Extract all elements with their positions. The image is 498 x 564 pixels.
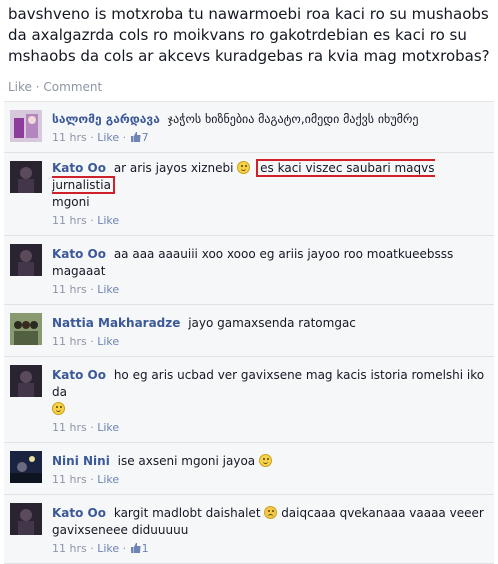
comment-time[interactable]: 11 hrs bbox=[52, 214, 87, 227]
like-link[interactable]: Like bbox=[97, 473, 119, 486]
comment-author[interactable]: Kato Oo bbox=[52, 368, 106, 382]
thumbs-up-icon bbox=[130, 543, 141, 553]
comment-author[interactable]: Nini Nini bbox=[52, 454, 110, 468]
comment-meta: 11 hrs · Like bbox=[52, 214, 120, 227]
comment-text: jayo gamaxsenda ratomgac bbox=[188, 316, 356, 330]
comment: სალომე გარდავა ჯაჭოს ხიზნებია მაგატო,იმე… bbox=[4, 102, 494, 153]
like-link[interactable]: Like bbox=[97, 335, 119, 348]
worried-emoji-icon bbox=[264, 506, 278, 519]
avatar[interactable] bbox=[10, 365, 42, 397]
comment-author[interactable]: Nattia Makharadze bbox=[52, 316, 180, 330]
comment-body: Nattia Makharadze jayo gamaxsenda ratomg… bbox=[52, 315, 486, 332]
comment-text: ar aris jayos xiznebi bbox=[113, 161, 234, 175]
comment: Nattia Makharadze jayo gamaxsenda ratomg… bbox=[4, 305, 494, 357]
comment-body: Kato Oo ar aris jayos xiznebi es kaci vi… bbox=[52, 159, 486, 211]
thumbs-up-icon bbox=[130, 132, 141, 142]
comment-meta: 11 hrs · Like · 7 bbox=[52, 131, 149, 144]
comment-author[interactable]: Kato Oo bbox=[52, 161, 106, 175]
avatar[interactable] bbox=[10, 110, 42, 142]
comment-text-cont: gavixseneee diduuuuu bbox=[52, 523, 189, 537]
comment-author[interactable]: სალომე გარდავა bbox=[52, 112, 160, 126]
like-link[interactable]: Like bbox=[97, 214, 119, 227]
comment-meta: 11 hrs · Like · 1 bbox=[52, 542, 149, 555]
comment-text: ise axseni mgoni jayoa bbox=[117, 454, 256, 468]
like-link[interactable]: Like bbox=[97, 542, 119, 555]
comment-author[interactable]: Kato Oo bbox=[52, 247, 106, 261]
comment-text: ჯაჭოს ხიზნებია მაგატო,იმედი მაქვს იხუმრე bbox=[167, 112, 419, 126]
avatar[interactable] bbox=[10, 244, 42, 276]
comment: Kato Oo ho eg aris ucbad ver gavixsene m… bbox=[4, 357, 494, 443]
comment-text-mid: daiqcaaa qvekanaaa vaaaa veeer bbox=[281, 506, 484, 520]
comment: Kato Oo aa aaa aaauiii xoo xooo eg ariis… bbox=[4, 236, 494, 305]
comment-meta: 11 hrs · Like bbox=[52, 335, 120, 348]
post-actions: Like · Comment bbox=[8, 80, 102, 94]
comment-time[interactable]: 11 hrs bbox=[52, 473, 87, 486]
like-post-link[interactable]: Like bbox=[8, 80, 32, 94]
comment-meta: 11 hrs · Like bbox=[52, 473, 120, 486]
like-link[interactable]: Like bbox=[97, 283, 119, 296]
comment-body: Nini Nini ise axseni mgoni jayoa bbox=[52, 453, 486, 470]
avatar[interactable] bbox=[10, 503, 42, 535]
comment-time[interactable]: 11 hrs bbox=[52, 421, 87, 434]
avatar[interactable] bbox=[10, 313, 42, 345]
comment: Kato Oo kargit madlobt daishalet daiqcaa… bbox=[4, 495, 494, 564]
avatar[interactable] bbox=[10, 451, 42, 483]
comment-body: სალომე გარდავა ჯაჭოს ხიზნებია მაგატო,იმე… bbox=[52, 111, 486, 128]
smile-emoji-icon bbox=[258, 454, 272, 467]
avatar[interactable] bbox=[10, 161, 42, 193]
comment-body: Kato Oo kargit madlobt daishalet daiqcaa… bbox=[52, 505, 486, 539]
like-count[interactable]: 7 bbox=[142, 131, 149, 144]
smile-emoji-icon bbox=[52, 402, 65, 415]
comment-time[interactable]: 11 hrs bbox=[52, 131, 87, 144]
comment-text: kargit madlobt daishalet bbox=[113, 506, 261, 520]
smile-emoji-icon bbox=[237, 161, 251, 174]
comments-list: სალომე გარდავა ჯაჭოს ხიზნებია მაგატო,იმე… bbox=[4, 101, 494, 564]
separator: · bbox=[35, 80, 40, 94]
comment-time[interactable]: 11 hrs bbox=[52, 283, 87, 296]
comment-body: Kato Oo aa aaa aaauiii xoo xooo eg ariis… bbox=[52, 246, 486, 280]
comment: Nini Nini ise axseni mgoni jayoa 11 hrs … bbox=[4, 443, 494, 495]
comment-text: ho eg aris ucbad ver gavixsene mag kacis… bbox=[52, 368, 485, 399]
comment-author[interactable]: Kato Oo bbox=[52, 506, 106, 520]
comment-time[interactable]: 11 hrs bbox=[52, 335, 87, 348]
comment-meta: 11 hrs · Like bbox=[52, 421, 120, 434]
like-link[interactable]: Like bbox=[97, 421, 119, 434]
like-count[interactable]: 1 bbox=[142, 542, 149, 555]
post-text: bavshveno is motxroba tu nawarmoebi roa … bbox=[8, 5, 490, 65]
comment-meta: 11 hrs · Like bbox=[52, 283, 120, 296]
comment-text-cont: mgoni bbox=[52, 195, 90, 209]
comment: Kato Oo ar aris jayos xiznebi es kaci vi… bbox=[4, 153, 494, 236]
like-link[interactable]: Like bbox=[97, 131, 119, 144]
comment-body: Kato Oo ho eg aris ucbad ver gavixsene m… bbox=[52, 367, 486, 418]
comment-post-link[interactable]: Comment bbox=[43, 80, 102, 94]
comment-time[interactable]: 11 hrs bbox=[52, 542, 87, 555]
comment-text: aa aaa aaauiii xoo xooo eg ariis jayoo r… bbox=[52, 247, 454, 278]
